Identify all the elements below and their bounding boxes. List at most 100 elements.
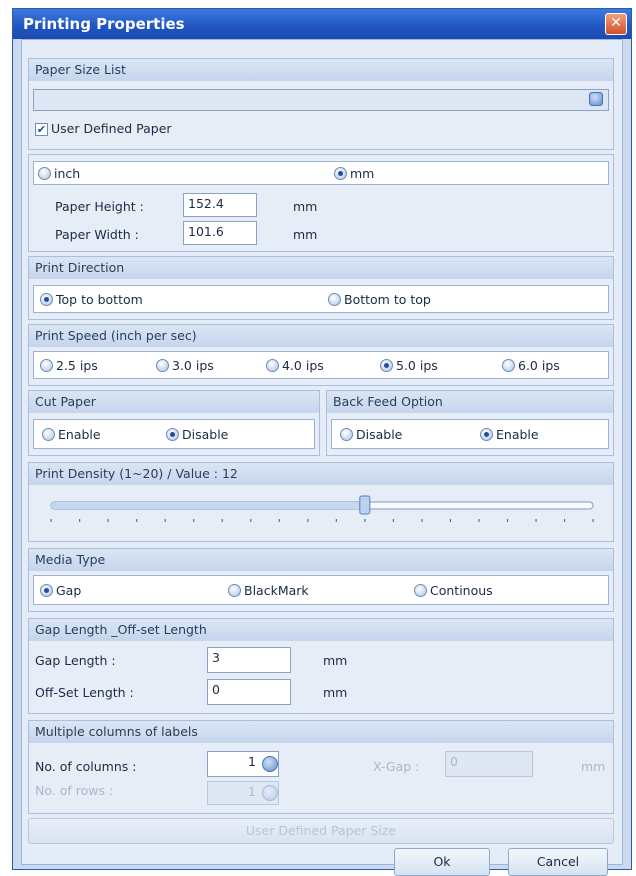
gap-length-input[interactable]: 3 (207, 647, 291, 673)
radio-dot-icon (228, 584, 241, 597)
radio-speed-2-5[interactable]: 2.5 ips (40, 358, 98, 373)
print-speed-group: 2.5 ips 3.0 ips 4.0 ips 5.0 ips 6.0 ips (33, 351, 609, 379)
gap-length-header: Gap Length _Off-set Length (29, 619, 613, 641)
close-icon[interactable]: ✕ (605, 13, 627, 35)
radio-label: Enable (58, 427, 101, 442)
radio-bottom-to-top[interactable]: Bottom to top (328, 292, 431, 307)
radio-continous[interactable]: Continous (414, 583, 493, 598)
paper-height-input[interactable]: 152.4 (183, 193, 257, 217)
slider-tick (307, 519, 309, 522)
paper-height-label: Paper Height : (55, 199, 144, 214)
radio-dot-icon (166, 428, 179, 441)
media-type-group: Gap BlackMark Continous (33, 575, 609, 605)
print-density-slider[interactable] (33, 491, 611, 537)
radio-label: 5.0 ips (396, 358, 438, 373)
print-direction-group: Top to bottom Bottom to top (33, 285, 609, 313)
offset-length-input[interactable]: 0 (207, 679, 291, 705)
paper-width-input[interactable]: 101.6 (183, 221, 257, 245)
ok-button[interactable]: Ok (394, 848, 490, 876)
dialog-title: Printing Properties (23, 15, 185, 33)
back-feed-section: Back Feed Option Disable Enable (326, 390, 614, 456)
radio-speed-3-0[interactable]: 3.0 ips (156, 358, 214, 373)
multiple-columns-section: Multiple columns of labels No. of column… (28, 720, 614, 814)
radio-speed-5-0[interactable]: 5.0 ips (380, 358, 438, 373)
slider-tick (392, 519, 395, 522)
radio-dot-icon (38, 167, 51, 180)
title-bar: Printing Properties ✕ (13, 9, 631, 39)
radio-dot-icon (414, 584, 427, 597)
radio-label: 4.0 ips (282, 358, 324, 373)
slider-tick (250, 519, 252, 522)
units-section: inch mm Paper Height : 152.4 mm Paper Wi… (28, 154, 614, 252)
radio-dot-icon (340, 428, 353, 441)
dialog-body: Paper Size List ✔ User Defined Paper inc… (21, 39, 623, 876)
cancel-button[interactable]: Cancel (508, 848, 608, 876)
print-density-section: Print Density (1~20) / Value : 12 (28, 462, 614, 542)
slider-tick (79, 519, 81, 522)
paper-size-select[interactable] (33, 89, 609, 111)
radio-speed-6-0[interactable]: 6.0 ips (502, 358, 560, 373)
radio-label: 2.5 ips (56, 358, 98, 373)
radio-dot-icon (328, 293, 341, 306)
slider-tick (421, 519, 423, 522)
cut-paper-group: Enable Disable (33, 419, 315, 449)
xgap-label: X-Gap : (373, 759, 420, 774)
user-defined-paper-checkbox[interactable]: ✔ (35, 123, 48, 136)
slider-tick (364, 519, 366, 522)
unit-radio-group: inch mm (33, 161, 609, 185)
slider-tick (107, 519, 109, 522)
slider-tick (335, 519, 337, 522)
media-type-section: Media Type Gap BlackMark Continous (28, 548, 614, 612)
radio-cut-disable[interactable]: Disable (166, 427, 228, 442)
radio-speed-4-0[interactable]: 4.0 ips (266, 358, 324, 373)
back-feed-header: Back Feed Option (327, 391, 613, 413)
spinner-icon[interactable] (262, 785, 278, 801)
xgap-unit: mm (581, 759, 606, 774)
offset-length-label: Off-Set Length : (35, 685, 134, 700)
xgap-input[interactable]: 0 (445, 751, 533, 777)
radio-label: BlackMark (244, 583, 309, 598)
slider-tick (449, 519, 452, 522)
media-type-header: Media Type (29, 549, 613, 571)
radio-label: Disable (182, 427, 229, 442)
slider-tick (592, 519, 594, 522)
slider-fill (51, 502, 365, 509)
radio-blackmark[interactable]: BlackMark (228, 583, 309, 598)
paper-width-label: Paper Width : (55, 227, 139, 242)
radio-label: Gap (56, 583, 82, 598)
back-feed-group: Disable Enable (331, 419, 609, 449)
user-defined-paper-label: User Defined Paper (51, 121, 172, 136)
chevron-down-icon[interactable] (589, 92, 603, 106)
radio-label: 6.0 ips (518, 358, 560, 373)
user-defined-paper-size-button[interactable]: User Defined Paper Size (28, 818, 614, 844)
radio-cut-enable[interactable]: Enable (42, 427, 101, 442)
radio-gap[interactable]: Gap (40, 583, 81, 598)
radio-dot-icon (502, 359, 515, 372)
slider-thumb[interactable] (359, 495, 371, 515)
radio-inch[interactable]: inch (38, 166, 80, 181)
paper-height-unit: mm (293, 199, 318, 214)
radio-label: Enable (496, 427, 539, 442)
slider-tick (193, 519, 195, 522)
paper-size-header: Paper Size List (29, 59, 613, 81)
radio-backfeed-disable[interactable]: Disable (340, 427, 402, 442)
slider-tick (478, 519, 480, 522)
offset-length-unit: mm (323, 685, 348, 700)
radio-dot-icon (380, 359, 393, 372)
paper-width-unit: mm (293, 227, 318, 242)
radio-mm[interactable]: mm (334, 166, 374, 181)
slider-tick (535, 519, 537, 522)
print-direction-section: Print Direction Top to bottom Bottom to … (28, 256, 614, 320)
radio-dot-icon (42, 428, 55, 441)
slider-tick (278, 519, 280, 522)
radio-backfeed-enable[interactable]: Enable (480, 427, 539, 442)
columns-label: No. of columns : (35, 759, 137, 774)
slider-tick (563, 519, 566, 522)
slider-tick (50, 519, 52, 522)
cut-paper-header: Cut Paper (29, 391, 319, 413)
radio-top-to-bottom[interactable]: Top to bottom (40, 292, 143, 307)
multiple-columns-header: Multiple columns of labels (29, 721, 613, 743)
spinner-icon[interactable] (262, 756, 278, 772)
radio-mm-label: mm (350, 166, 375, 181)
gap-length-section: Gap Length _Off-set Length Gap Length : … (28, 618, 614, 714)
